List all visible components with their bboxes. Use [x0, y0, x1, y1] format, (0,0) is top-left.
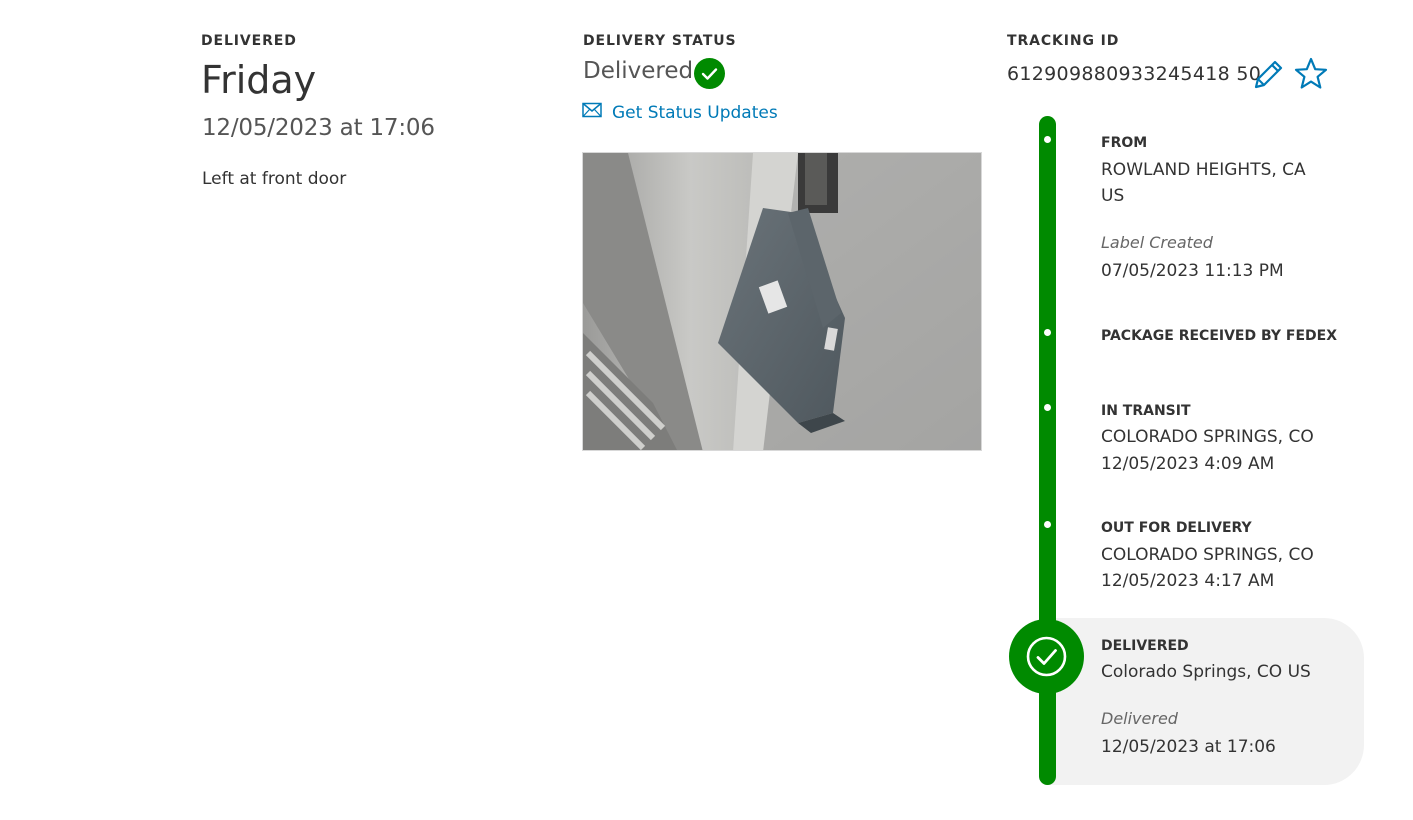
- check-circle-icon: [694, 58, 725, 89]
- event-from-datetime: 07/05/2023 11:13 PM: [1101, 261, 1284, 281]
- delivery-status-value: Delivered: [583, 58, 694, 84]
- timeline-dot: [1044, 329, 1051, 336]
- event-in-transit-title: IN TRANSIT: [1101, 403, 1191, 419]
- timeline-dot: [1044, 404, 1051, 411]
- event-delivered-datetime: 12/05/2023 at 17:06: [1101, 737, 1276, 757]
- mail-icon: [582, 102, 602, 118]
- get-status-updates-label: Get Status Updates: [612, 103, 778, 123]
- event-out-for-delivery-title: OUT FOR DELIVERY: [1101, 520, 1252, 536]
- event-from-title: FROM: [1101, 135, 1148, 151]
- event-from-location-line1: ROWLAND HEIGHTS, CA: [1101, 160, 1306, 180]
- get-status-updates-link[interactable]: Get Status Updates: [582, 101, 778, 125]
- pencil-icon: [1254, 60, 1283, 89]
- tracking-number: 612909880933245418 50: [1007, 63, 1262, 85]
- proof-of-delivery-photo: [582, 152, 982, 451]
- event-delivered-status: Delivered: [1101, 709, 1178, 728]
- delivery-datetime: 12/05/2023 at 17:06: [202, 115, 435, 141]
- event-from-location-line2: US: [1101, 186, 1125, 206]
- event-delivered-location: Colorado Springs, CO US: [1101, 662, 1311, 682]
- event-in-transit-location: COLORADO SPRINGS, CO: [1101, 427, 1314, 447]
- timeline-dot: [1044, 521, 1051, 528]
- delivery-day: Friday: [201, 58, 317, 102]
- delivered-check-circle-icon: [1009, 619, 1084, 694]
- watch-shipment-button[interactable]: [1293, 56, 1329, 92]
- event-delivered-title: DELIVERED: [1101, 638, 1189, 654]
- event-out-for-delivery-datetime: 12/05/2023 4:17 AM: [1101, 571, 1275, 591]
- edit-nickname-button[interactable]: [1250, 56, 1286, 92]
- delivered-label: DELIVERED: [201, 33, 297, 49]
- delivery-location-note: Left at front door: [202, 169, 347, 189]
- delivery-status-label: DELIVERY STATUS: [583, 33, 737, 49]
- event-out-for-delivery-location: COLORADO SPRINGS, CO: [1101, 545, 1314, 565]
- tracking-id-label: TRACKING ID: [1007, 33, 1120, 49]
- event-received-title: PACKAGE RECEIVED BY FEDEX: [1101, 328, 1338, 344]
- star-icon: [1294, 57, 1328, 89]
- timeline-dot: [1044, 136, 1051, 143]
- event-in-transit-datetime: 12/05/2023 4:09 AM: [1101, 454, 1275, 474]
- event-from-status: Label Created: [1101, 233, 1213, 252]
